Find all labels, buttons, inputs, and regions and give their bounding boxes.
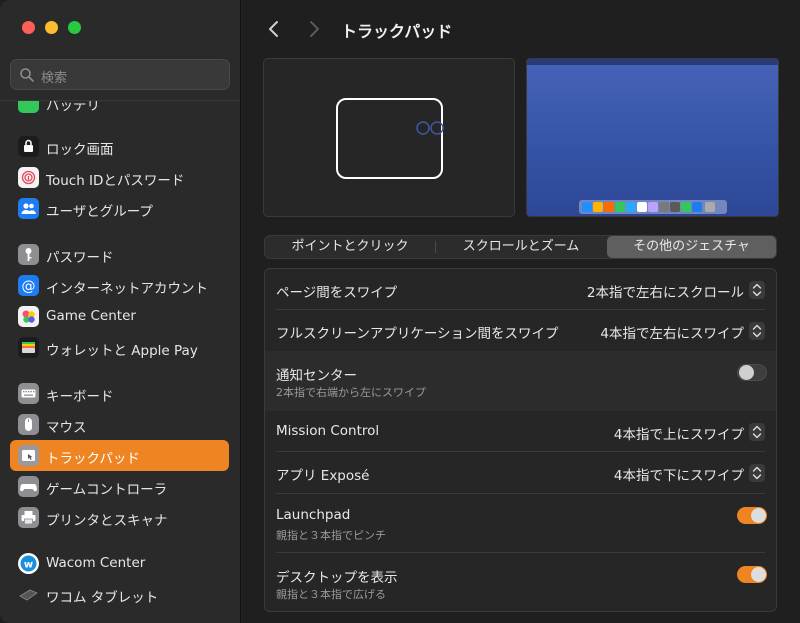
sidebar-list: バッテリ ロック画面 Touch IDとパスワード ユーザとグループ パスワード… xyxy=(0,100,240,623)
setting-label: アプリ Exposé xyxy=(276,468,370,484)
page-title: トラックパッド xyxy=(341,22,453,41)
sidebar-item-printers[interactable]: プリンタとスキャナ xyxy=(10,502,229,533)
mouse-icon xyxy=(18,414,39,435)
svg-text:w: w xyxy=(24,560,33,571)
menu-bar xyxy=(527,59,778,65)
sidebar-item-label: バッテリ xyxy=(46,100,100,114)
popup-chevron-icon[interactable] xyxy=(749,322,765,340)
setting-row: フルスクリーンアプリケーション間をスワイプ 4本指で左右にスワイプ xyxy=(265,310,776,351)
gesture-tabs: ポイントとクリック スクロールとズーム その他のジェスチャ xyxy=(264,235,777,259)
setting-row: デスクトップを表示 親指と３本指で広げる xyxy=(265,553,776,611)
sidebar-item-game-controllers[interactable]: ゲームコントローラ xyxy=(10,471,229,502)
fingerprint-icon xyxy=(18,167,39,188)
sidebar-item-label: インターネットアカウント xyxy=(46,281,208,297)
setting-row: 通知センター 2本指で右端から左にスワイプ xyxy=(265,351,776,411)
setting-row: Mission Control 4本指で上にスワイプ xyxy=(265,411,776,452)
dock xyxy=(579,200,727,214)
sidebar-item-label: キーボード xyxy=(46,389,114,405)
show-desktop-toggle[interactable] xyxy=(737,566,767,583)
sidebar-item-label: ワコム タブレット xyxy=(46,590,159,606)
sidebar-item-touch-id[interactable]: Touch IDとパスワード xyxy=(10,162,229,193)
svg-text:@: @ xyxy=(22,279,36,295)
sidebar-item-game-center[interactable]: Game Center xyxy=(10,301,229,332)
sidebar-item-users[interactable]: ユーザとグループ xyxy=(10,193,229,224)
printer-icon xyxy=(18,507,39,528)
gesture-preview-trackpad xyxy=(263,58,515,217)
setting-row: ページ間をスワイプ 2本指で左右にスクロール xyxy=(265,269,776,310)
gesture-settings-list: ページ間をスワイプ 2本指で左右にスクロール フルスクリーンアプリケーション間を… xyxy=(264,268,777,612)
main-pane: トラックパッド ポイントとクリック スクロールとズーム その他のジェスチャ ペー… xyxy=(242,0,800,623)
notification-center-toggle[interactable] xyxy=(737,364,767,381)
wacom-icon: w xyxy=(18,553,39,574)
popup-chevron-icon[interactable] xyxy=(749,281,765,299)
settings-window: 検索 バッテリ ロック画面 Touch IDとパスワード ユーザとグループ パス… xyxy=(0,0,800,623)
sidebar-item-label: ユーザとグループ xyxy=(46,204,153,220)
search-placeholder: 検索 xyxy=(41,71,68,86)
sidebar-item-label: ウォレットと Apple Pay xyxy=(46,343,198,359)
users-icon xyxy=(18,198,39,219)
sidebar-item-label: マウス xyxy=(46,420,87,436)
popup-chevron-icon[interactable] xyxy=(749,423,765,441)
trackpad-illustration xyxy=(336,98,444,179)
setting-popup[interactable]: 4本指で上にスワイプ xyxy=(614,423,744,443)
setting-sublabel: 親指と３本指で広げる xyxy=(276,588,386,601)
close-window-button[interactable] xyxy=(22,21,35,34)
sidebar-item-battery[interactable]: バッテリ xyxy=(10,100,229,118)
forward-button[interactable] xyxy=(304,18,324,40)
sidebar-item-wallet[interactable]: ウォレットと Apple Pay xyxy=(10,332,229,363)
setting-sublabel: 親指と３本指でピンチ xyxy=(276,529,386,542)
sidebar-item-label: Wacom Center xyxy=(46,555,146,571)
at-icon: @ xyxy=(18,275,39,296)
wallet-icon xyxy=(18,337,39,358)
back-button[interactable] xyxy=(264,18,284,40)
setting-popup[interactable]: 2本指で左右にスクロール xyxy=(587,281,744,301)
tab-more-gestures[interactable]: その他のジェスチャ xyxy=(607,236,776,258)
sidebar-item-passwords[interactable]: パスワード xyxy=(10,239,229,270)
setting-sublabel: 2本指で右端から左にスワイプ xyxy=(276,386,426,399)
sidebar-item-lock-screen[interactable]: ロック画面 xyxy=(10,131,229,162)
sidebar-item-trackpad[interactable]: トラックパッド xyxy=(10,440,229,471)
sidebar-item-wacom-center[interactable]: w Wacom Center xyxy=(10,548,229,579)
gamepad-icon xyxy=(18,476,39,497)
sidebar-item-label: ロック画面 xyxy=(46,142,114,158)
setting-row: Launchpad 親指と３本指でピンチ xyxy=(265,494,776,553)
sidebar-item-internet-accounts[interactable]: @ インターネットアカウント xyxy=(10,270,229,301)
setting-label: Mission Control xyxy=(276,423,380,439)
gesture-preview-screen xyxy=(526,58,779,217)
sidebar-item-mouse[interactable]: マウス xyxy=(10,409,229,440)
popup-chevron-icon[interactable] xyxy=(749,464,765,482)
sidebar-item-label: ゲームコントローラ xyxy=(46,482,168,498)
trackpad-icon xyxy=(18,445,39,466)
keyboard-icon xyxy=(18,383,39,404)
battery-icon xyxy=(18,101,39,113)
tab-scroll-and-zoom[interactable]: スクロールとズーム xyxy=(436,236,606,258)
sidebar-item-wacom-tablet[interactable]: ワコム タブレット xyxy=(10,579,229,610)
search-field[interactable]: 検索 xyxy=(10,59,230,90)
launchpad-toggle[interactable] xyxy=(737,507,767,524)
sidebar-item-label: プリンタとスキャナ xyxy=(46,513,168,529)
setting-popup[interactable]: 4本指で左右にスワイプ xyxy=(600,322,744,342)
setting-popup[interactable]: 4本指で下にスワイプ xyxy=(614,464,744,484)
setting-label: デスクトップを表示 xyxy=(276,570,398,586)
lock-icon xyxy=(18,136,39,157)
setting-row: アプリ Exposé 4本指で下にスワイプ xyxy=(265,452,776,494)
sidebar-item-label: トラックパッド xyxy=(46,451,140,467)
key-icon xyxy=(18,244,39,265)
finger-dots-icon xyxy=(416,121,444,135)
sidebar-item-label: Game Center xyxy=(46,308,136,324)
setting-label: ページ間をスワイプ xyxy=(276,285,398,301)
zoom-window-button[interactable] xyxy=(68,21,81,34)
setting-label: 通知センター xyxy=(276,368,357,384)
tab-point-and-click[interactable]: ポイントとクリック xyxy=(266,236,434,258)
minimize-window-button[interactable] xyxy=(45,21,58,34)
search-icon xyxy=(20,68,34,82)
sidebar-item-label: パスワード xyxy=(46,250,114,266)
sidebar-item-label: Touch IDとパスワード xyxy=(46,173,185,189)
setting-label: フルスクリーンアプリケーション間をスワイプ xyxy=(276,326,559,342)
game-center-icon xyxy=(18,306,39,327)
sidebar: 検索 バッテリ ロック画面 Touch IDとパスワード ユーザとグループ パス… xyxy=(0,0,241,623)
setting-label: Launchpad xyxy=(276,507,351,523)
sidebar-item-keyboard[interactable]: キーボード xyxy=(10,378,229,409)
tablet-icon xyxy=(18,584,39,605)
